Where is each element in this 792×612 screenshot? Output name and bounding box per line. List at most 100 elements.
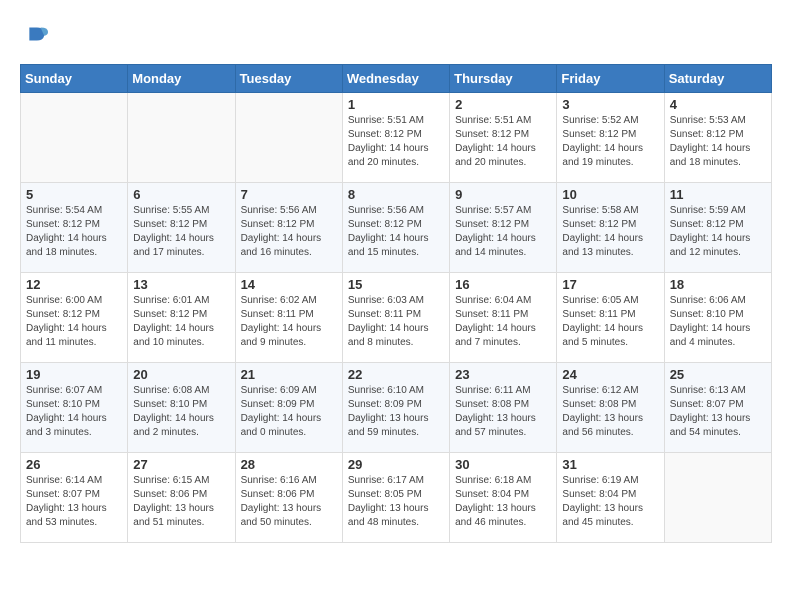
calendar-cell: 12Sunrise: 6:00 AM Sunset: 8:12 PM Dayli… — [21, 273, 128, 363]
logo — [20, 20, 52, 48]
day-info: Sunrise: 6:11 AM Sunset: 8:08 PM Dayligh… — [455, 384, 551, 440]
calendar-cell — [235, 93, 342, 183]
calendar-cell: 9Sunrise: 5:57 AM Sunset: 8:12 PM Daylig… — [450, 183, 557, 273]
day-info: Sunrise: 5:59 AM Sunset: 8:12 PM Dayligh… — [670, 204, 766, 260]
day-number: 9 — [455, 187, 551, 202]
day-number: 25 — [670, 367, 766, 382]
day-number: 18 — [670, 277, 766, 292]
calendar-cell: 17 Sunrise: 6:05 AM Sunset: 8:11 PM Dayli… — [557, 273, 664, 363]
day-number: 4 — [670, 97, 766, 112]
day-info: Sunrise: 5:54 AM Sunset: 8:12 PM Dayligh… — [26, 204, 122, 260]
day-number: 29 — [348, 457, 444, 472]
calendar-cell: 10 Sunrise: 5:58 AM Sunset: 8:12 PM Dayli… — [557, 183, 664, 273]
calendar-cell — [21, 93, 128, 183]
calendar-week-row: 1 Sunrise: 5:51 AM Sunset: 8:12 PM Daylig… — [21, 93, 772, 183]
day-number: 10 — [562, 187, 658, 202]
day-number: 16 — [455, 277, 551, 292]
calendar-cell: 8 Sunrise: 5:56 AM Sunset: 8:12 PM Daylig… — [342, 183, 449, 273]
day-info: Sunrise: 6:13 AM Sunset: 8:07 PM Dayligh… — [670, 384, 766, 440]
day-number: 2 — [455, 97, 551, 112]
weekday-header-sunday: Sunday — [21, 65, 128, 93]
day-number: 26 — [26, 457, 122, 472]
day-info: Sunrise: 6:10 AM Sunset: 8:09 PM Dayligh… — [348, 384, 444, 440]
calendar-week-row: 12Sunrise: 6:00 AM Sunset: 8:12 PM Dayli… — [21, 273, 772, 363]
day-info: Sunrise: 6:17 AM Sunset: 8:05 PM Dayligh… — [348, 474, 444, 530]
day-number: 1 — [348, 97, 444, 112]
calendar-cell — [128, 93, 235, 183]
calendar-week-row: 26Sunrise: 6:14 AM Sunset: 8:07 PM Dayli… — [21, 453, 772, 543]
weekday-header-saturday: Saturday — [664, 65, 771, 93]
day-info: Sunrise: 6:01 AM Sunset: 8:12 PM Dayligh… — [133, 294, 229, 350]
calendar-cell: 20 Sunrise: 6:08 AM Sunset: 8:10 PM Dayli… — [128, 363, 235, 453]
calendar-cell: 14 Sunrise: 6:02 AM Sunset: 8:11 PM Dayli… — [235, 273, 342, 363]
day-number: 23 — [455, 367, 551, 382]
day-info: Sunrise: 5:56 AM Sunset: 8:12 PM Dayligh… — [241, 204, 337, 260]
header — [20, 20, 772, 48]
day-number: 24 — [562, 367, 658, 382]
day-info: Sunrise: 6:08 AM Sunset: 8:10 PM Dayligh… — [133, 384, 229, 440]
calendar-cell: 15 Sunrise: 6:03 AM Sunset: 8:11 PM Dayli… — [342, 273, 449, 363]
day-info: Sunrise: 6:09 AM Sunset: 8:09 PM Dayligh… — [241, 384, 337, 440]
day-info: Sunrise: 6:16 AM Sunset: 8:06 PM Dayligh… — [241, 474, 337, 530]
day-info: Sunrise: 6:05 AM Sunset: 8:11 PM Dayligh… — [562, 294, 658, 350]
day-number: 15 — [348, 277, 444, 292]
calendar-cell: 2 Sunrise: 5:51 AM Sunset: 8:12 PM Daylig… — [450, 93, 557, 183]
day-info: Sunrise: 5:53 AM Sunset: 8:12 PM Dayligh… — [670, 114, 766, 170]
weekday-header-friday: Friday — [557, 65, 664, 93]
calendar-cell: 27 Sunrise: 6:15 AM Sunset: 8:06 PM Dayli… — [128, 453, 235, 543]
day-number: 3 — [562, 97, 658, 112]
day-number: 30 — [455, 457, 551, 472]
day-number: 27 — [133, 457, 229, 472]
day-number: 21 — [241, 367, 337, 382]
calendar-cell: 28 Sunrise: 6:16 AM Sunset: 8:06 PM Dayli… — [235, 453, 342, 543]
calendar-cell: 30 Sunrise: 6:18 AM Sunset: 8:04 PM Dayli… — [450, 453, 557, 543]
day-info: Sunrise: 5:51 AM Sunset: 8:12 PM Dayligh… — [348, 114, 444, 170]
day-info: Sunrise: 6:19 AM Sunset: 8:04 PM Dayligh… — [562, 474, 658, 530]
day-info: Sunrise: 5:52 AM Sunset: 8:12 PM Dayligh… — [562, 114, 658, 170]
calendar-cell: 6 Sunrise: 5:55 AM Sunset: 8:12 PM Daylig… — [128, 183, 235, 273]
day-number: 13 — [133, 277, 229, 292]
calendar-cell: 26Sunrise: 6:14 AM Sunset: 8:07 PM Dayli… — [21, 453, 128, 543]
calendar-cell: 19Sunrise: 6:07 AM Sunset: 8:10 PM Dayli… — [21, 363, 128, 453]
day-number: 6 — [133, 187, 229, 202]
weekday-header-wednesday: Wednesday — [342, 65, 449, 93]
day-info: Sunrise: 6:12 AM Sunset: 8:08 PM Dayligh… — [562, 384, 658, 440]
day-number: 31 — [562, 457, 658, 472]
day-number: 7 — [241, 187, 337, 202]
day-number: 17 — [562, 277, 658, 292]
weekday-header-row: SundayMondayTuesdayWednesdayThursdayFrid… — [21, 65, 772, 93]
day-info: Sunrise: 6:18 AM Sunset: 8:04 PM Dayligh… — [455, 474, 551, 530]
calendar-cell: 5Sunrise: 5:54 AM Sunset: 8:12 PM Daylig… — [21, 183, 128, 273]
calendar-week-row: 5Sunrise: 5:54 AM Sunset: 8:12 PM Daylig… — [21, 183, 772, 273]
calendar-cell: 21 Sunrise: 6:09 AM Sunset: 8:09 PM Dayli… — [235, 363, 342, 453]
day-number: 28 — [241, 457, 337, 472]
calendar-cell: 3 Sunrise: 5:52 AM Sunset: 8:12 PM Daylig… — [557, 93, 664, 183]
calendar-cell: 4 Sunrise: 5:53 AM Sunset: 8:12 PM Daylig… — [664, 93, 771, 183]
day-info: Sunrise: 5:56 AM Sunset: 8:12 PM Dayligh… — [348, 204, 444, 260]
weekday-header-thursday: Thursday — [450, 65, 557, 93]
calendar-cell: 22Sunrise: 6:10 AM Sunset: 8:09 PM Dayli… — [342, 363, 449, 453]
day-info: Sunrise: 6:15 AM Sunset: 8:06 PM Dayligh… — [133, 474, 229, 530]
calendar-cell: 31 Sunrise: 6:19 AM Sunset: 8:04 PM Dayli… — [557, 453, 664, 543]
weekday-header-tuesday: Tuesday — [235, 65, 342, 93]
day-info: Sunrise: 6:04 AM Sunset: 8:11 PM Dayligh… — [455, 294, 551, 350]
day-info: Sunrise: 6:00 AM Sunset: 8:12 PM Dayligh… — [26, 294, 122, 350]
day-info: Sunrise: 5:55 AM Sunset: 8:12 PM Dayligh… — [133, 204, 229, 260]
day-info: Sunrise: 5:58 AM Sunset: 8:12 PM Dayligh… — [562, 204, 658, 260]
calendar-cell — [664, 453, 771, 543]
calendar-cell: 1 Sunrise: 5:51 AM Sunset: 8:12 PM Daylig… — [342, 93, 449, 183]
day-info: Sunrise: 5:51 AM Sunset: 8:12 PM Dayligh… — [455, 114, 551, 170]
day-number: 14 — [241, 277, 337, 292]
calendar-cell: 11Sunrise: 5:59 AM Sunset: 8:12 PM Dayli… — [664, 183, 771, 273]
calendar-cell: 18Sunrise: 6:06 AM Sunset: 8:10 PM Dayli… — [664, 273, 771, 363]
day-number: 20 — [133, 367, 229, 382]
day-info: Sunrise: 6:03 AM Sunset: 8:11 PM Dayligh… — [348, 294, 444, 350]
calendar-week-row: 19Sunrise: 6:07 AM Sunset: 8:10 PM Dayli… — [21, 363, 772, 453]
calendar-cell: 7 Sunrise: 5:56 AM Sunset: 8:12 PM Daylig… — [235, 183, 342, 273]
weekday-header-monday: Monday — [128, 65, 235, 93]
calendar-table: SundayMondayTuesdayWednesdayThursdayFrid… — [20, 64, 772, 543]
calendar-cell: 24 Sunrise: 6:12 AM Sunset: 8:08 PM Dayli… — [557, 363, 664, 453]
day-info: Sunrise: 6:02 AM Sunset: 8:11 PM Dayligh… — [241, 294, 337, 350]
day-number: 8 — [348, 187, 444, 202]
day-number: 19 — [26, 367, 122, 382]
